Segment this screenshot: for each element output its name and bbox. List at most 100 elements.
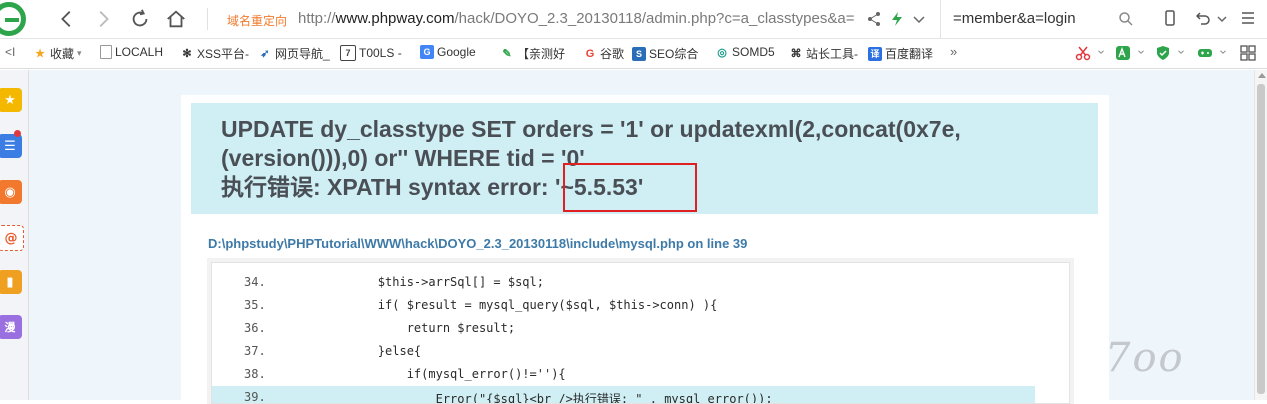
share-icon[interactable] xyxy=(866,11,882,27)
chevron-down-icon[interactable] xyxy=(1176,47,1186,57)
undo-icon[interactable] xyxy=(1195,10,1211,26)
arrow-left-icon[interactable] xyxy=(52,4,82,34)
bird-icon: ➶ xyxy=(260,48,270,60)
bookmark-item[interactable]: ⌘ 站长工具- xyxy=(789,45,859,62)
bookmark-item[interactable]: S SEO综合 xyxy=(632,45,698,62)
bug-icon: ✻ xyxy=(182,48,192,60)
star-icon: ★ xyxy=(35,48,45,60)
chinaz-icon: ⌘ xyxy=(790,48,802,60)
error-prefix: 执行错误: XPATH syntax error: xyxy=(221,174,555,200)
code-line: 36. return $result; xyxy=(212,317,1035,340)
vertical-scrollbar[interactable] xyxy=(1254,70,1267,400)
bookmark-item[interactable]: G Google xyxy=(420,45,476,59)
notification-dot xyxy=(14,130,21,137)
bookmark-label: SOMD5 xyxy=(732,45,775,59)
line-number: 36. xyxy=(244,321,266,335)
search-icon[interactable] xyxy=(1118,11,1134,27)
translate-icon: 译 xyxy=(868,46,882,61)
phone-icon[interactable] xyxy=(1162,10,1178,26)
line-number: 37. xyxy=(244,344,266,358)
apps-grid-icon[interactable] xyxy=(1240,45,1256,61)
scissors-icon[interactable] xyxy=(1075,45,1091,61)
weibo-icon[interactable]: ◉ xyxy=(0,180,22,204)
url-continuation: =member&a=login xyxy=(953,10,1076,27)
bookmarks-bar: <I ★ 收藏 ▾ LOCALH ✻ XSS平台- ➶ 网页导航_ 7 T00L… xyxy=(0,39,1267,69)
bookmark-item[interactable]: 译 百度翻译 xyxy=(868,45,933,62)
news-icon[interactable]: ☰ xyxy=(0,134,22,158)
code-line: 35. if( $result = mysql_query($sql, $thi… xyxy=(212,294,1035,317)
scroll-up-arrow-icon[interactable] xyxy=(1258,73,1266,78)
bookmark-label: LOCALH xyxy=(115,45,164,59)
page-content: UPDATE dy_classtype SET orders = '1' or … xyxy=(29,70,1254,404)
line-code: $this->arrSql[] = $sql; xyxy=(320,275,544,289)
google-icon: G xyxy=(420,45,434,59)
reload-icon[interactable] xyxy=(125,4,155,34)
shield-icon[interactable] xyxy=(1155,45,1171,61)
line-number: 39. xyxy=(244,390,266,404)
browser-toolbar: 域名重定向 http://www.phpway.com/hack/DOYO_2.… xyxy=(0,0,1267,39)
sql-line-1: UPDATE dy_classtype SET orders = '1' or … xyxy=(221,116,961,142)
lightning-icon[interactable] xyxy=(889,11,905,27)
bookmark-item[interactable]: ✎ 【亲测好 xyxy=(500,45,565,62)
arrow-right-icon[interactable] xyxy=(88,4,118,34)
bookmark-item[interactable]: LOCALH xyxy=(100,45,163,59)
bookmark-label: T00LS - xyxy=(359,46,402,60)
somd5-icon: ◎ xyxy=(717,46,727,59)
code-line: 37. }else{ xyxy=(212,340,1035,363)
bookmark-label: SEO综合 xyxy=(649,47,699,61)
file-path: D:\phpstudy\PHPTutorial\WWW\hack\DOYO_2.… xyxy=(208,236,748,251)
bookmark-label: 【亲测好 xyxy=(517,47,566,61)
chevron-down-icon[interactable] xyxy=(911,11,927,27)
code-line-highlighted: 39. Error("{$sql}<br />执行错误: " . mysql_e… xyxy=(212,386,1035,404)
redirect-badge[interactable]: 域名重定向 xyxy=(227,12,287,29)
line-number: 38. xyxy=(244,367,266,381)
bookmark-item[interactable]: ★ 收藏 ▾ xyxy=(33,45,82,62)
bookmark-label: 站长工具- xyxy=(806,47,858,61)
bookmark-item[interactable]: ➶ 网页导航_ xyxy=(258,45,329,62)
chevron-down-icon[interactable] xyxy=(1096,47,1106,57)
favorites-icon[interactable]: ★ xyxy=(0,88,22,112)
home-icon[interactable] xyxy=(161,4,191,34)
bookmark-label: Google xyxy=(437,45,476,59)
left-sidebar: ★ ☰ ◉ @ ▮ 漫 xyxy=(0,70,29,400)
comic-icon[interactable]: 漫 xyxy=(0,315,22,339)
bookmark-label: 谷歌 xyxy=(600,47,625,61)
bookmark-item[interactable]: ✻ XSS平台- xyxy=(180,45,249,62)
line-code: Error("{$sql}<br />执行错误: " . mysql_error… xyxy=(320,392,773,404)
highlight-box xyxy=(563,163,697,212)
scrollbar-thumb[interactable] xyxy=(1257,84,1265,394)
sql-error-box: UPDATE dy_classtype SET orders = '1' or … xyxy=(191,103,1098,214)
url-path: /hack/DOYO_2.3_20130118/admin.php?c=a_cl… xyxy=(454,10,855,27)
seo-icon: S xyxy=(632,46,646,61)
chevron-down-icon: ▾ xyxy=(77,48,82,58)
bookmark-icon: ✎ xyxy=(502,48,512,60)
bookmarks-more-button[interactable]: » xyxy=(950,44,957,59)
tools-icon: 7 xyxy=(340,45,356,61)
bookmark-label: 收藏 xyxy=(50,47,75,61)
bookmark-item[interactable]: ◎ SOMD5 xyxy=(715,45,775,59)
google-g-icon: G xyxy=(585,47,595,60)
chevron-down-icon[interactable] xyxy=(1136,47,1146,57)
chevron-down-icon[interactable] xyxy=(1218,47,1228,57)
bookmark-item[interactable]: G 谷歌 xyxy=(583,45,624,62)
menu-icon[interactable] xyxy=(1240,10,1256,26)
code-line: 34. $this->arrSql[] = $sql; xyxy=(212,271,1035,294)
url-prefix: http:// xyxy=(298,10,336,27)
line-number: 34. xyxy=(244,275,266,289)
code-excerpt: 34. $this->arrSql[] = $sql; 35. if( $res… xyxy=(211,262,1070,404)
bookmark-label: XSS平台- xyxy=(197,47,250,61)
browser-logo-icon[interactable] xyxy=(0,2,26,36)
gamepad-icon[interactable] xyxy=(1197,45,1213,61)
undo-menu-chevron-icon[interactable] xyxy=(1214,11,1230,27)
email-icon[interactable]: @ xyxy=(0,225,24,251)
line-number: 35. xyxy=(244,298,266,312)
watermark-logo: 7oo xyxy=(1105,335,1185,381)
line-code: if(mysql_error()!=''){ xyxy=(320,367,566,381)
line-code: }else{ xyxy=(320,344,422,358)
url-input[interactable]: http://www.phpway.com/hack/DOYO_2.3_2013… xyxy=(298,10,854,27)
page-icon xyxy=(100,45,112,59)
bookmark-item[interactable]: 7 T00LS - xyxy=(340,45,402,61)
notes-icon[interactable]: ▮ xyxy=(0,270,22,294)
translate-ext-icon[interactable] xyxy=(1115,45,1131,61)
sidebar-toggle-icon[interactable]: <I xyxy=(5,45,15,59)
